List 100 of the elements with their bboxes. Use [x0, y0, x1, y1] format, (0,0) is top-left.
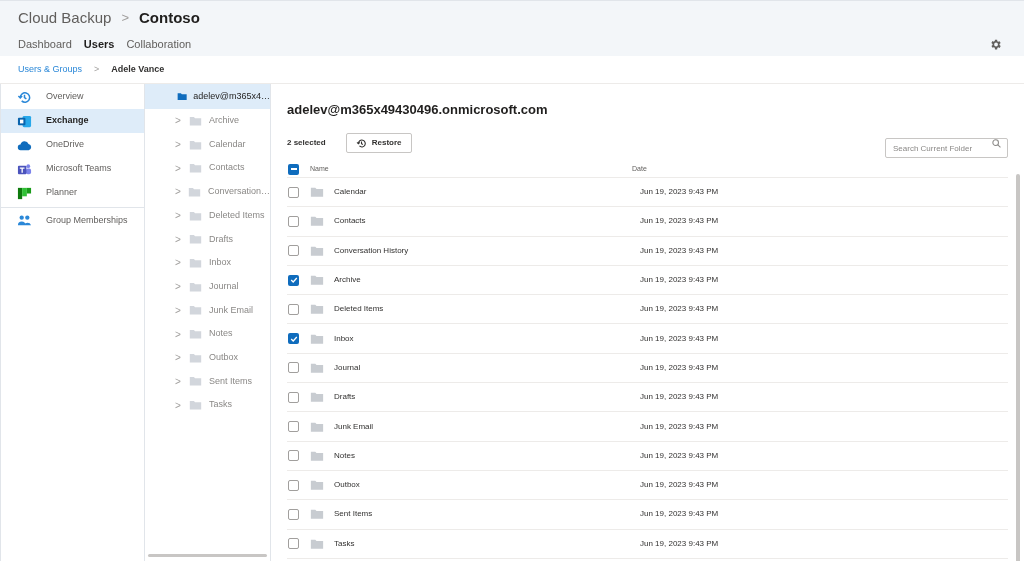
restore-button[interactable]: Restore	[345, 133, 412, 153]
tree-item[interactable]: Contacts	[189, 161, 245, 175]
folder-icon	[310, 244, 324, 257]
expander-button[interactable]: >	[175, 302, 189, 318]
table-cell-text: Drafts	[334, 391, 357, 404]
tree-item[interactable]: Outbox	[189, 350, 239, 365]
table-cell-text: Outbox	[334, 479, 361, 492]
settings-icon	[989, 37, 1002, 51]
row-checkbox[interactable]	[288, 362, 299, 374]
folder-icon	[310, 215, 324, 228]
row-checkbox[interactable]	[288, 450, 299, 462]
folder-icon	[189, 162, 202, 175]
table-cell: Jun 19, 2023 9:43 PM	[640, 479, 719, 492]
row-checkbox[interactable]	[288, 303, 299, 315]
tree-item[interactable]: adelev@m365x4…	[145, 84, 270, 109]
folder-icon	[189, 351, 202, 364]
expander-button[interactable]: >	[175, 255, 189, 271]
sidebar-item[interactable]: Planner	[1, 181, 144, 205]
row-checkbox[interactable]	[288, 391, 299, 403]
sidebar-item[interactable]: Group Memberships	[1, 207, 144, 233]
tree-item[interactable]: Drafts	[189, 232, 233, 247]
folder-icon	[310, 274, 324, 287]
expander-button[interactable]: >	[175, 184, 188, 200]
tree-item[interactable]: Journal	[189, 279, 239, 294]
select-all-checkbox[interactable]	[288, 163, 299, 175]
folder-icon	[189, 280, 202, 293]
expander-button[interactable]: >	[175, 373, 189, 389]
tree-item[interactable]: Conversation…	[187, 185, 270, 199]
app-title: Cloud Backup	[18, 7, 112, 28]
row-checkbox[interactable]	[288, 508, 299, 520]
history-icon	[355, 137, 367, 149]
sidebar-item[interactable]: Exchange	[1, 109, 144, 133]
folder-icon	[310, 449, 324, 462]
selection-count: 2 selected	[287, 137, 326, 149]
row-checkbox[interactable]	[288, 479, 299, 491]
nav-tab[interactable]: Dashboard	[18, 35, 72, 53]
tenant-name: Contoso	[139, 7, 200, 28]
row-checkbox[interactable]	[288, 333, 299, 345]
folder-icon	[310, 420, 324, 433]
expander-button[interactable]: >	[175, 397, 189, 413]
row-checkbox[interactable]	[288, 186, 299, 198]
expander-button[interactable]: >	[175, 137, 189, 153]
folder-icon	[189, 209, 202, 222]
nav-tab[interactable]: Users	[83, 35, 115, 53]
folder-icon	[310, 537, 324, 550]
folder-icon	[189, 114, 202, 127]
folder-icon	[310, 479, 324, 492]
folder-icon	[310, 186, 324, 199]
tree-item[interactable]: Inbox	[189, 256, 232, 270]
tree-item[interactable]: Tasks	[189, 398, 232, 412]
folder-icon	[189, 233, 202, 246]
sidebar-item[interactable]: Overview	[1, 85, 144, 109]
table-cell-text: Inbox	[334, 332, 355, 345]
expander-button[interactable]: >	[175, 231, 189, 247]
tree-item[interactable]: Notes	[189, 327, 233, 341]
table-cell: Jun 19, 2023 9:43 PM	[640, 274, 719, 287]
table-cell: Jun 19, 2023 9:43 PM	[640, 537, 719, 550]
expander-button[interactable]: >	[175, 113, 189, 129]
breadcrumb-separator: >	[94, 62, 100, 76]
tree-item[interactable]: Junk Email	[189, 303, 253, 318]
table-cell: Jun 19, 2023 9:43 PM	[640, 215, 719, 228]
expander-button[interactable]: >	[175, 208, 189, 224]
check-icon	[289, 276, 298, 285]
folder-icon	[189, 304, 202, 317]
row-checkbox[interactable]	[288, 215, 299, 227]
search-field[interactable]: Search Current Folder	[885, 138, 1008, 159]
expander-button[interactable]: >	[175, 350, 189, 366]
sidebar-item[interactable]: OneDrive	[1, 133, 144, 157]
teams-icon	[17, 161, 32, 177]
breadcrumb-separator: >	[121, 9, 129, 28]
folder-icon	[310, 361, 324, 374]
table-cell: Jun 19, 2023 9:43 PM	[640, 420, 719, 433]
row-checkbox[interactable]	[288, 245, 299, 257]
tree-item[interactable]: Deleted Items	[189, 208, 265, 223]
scrollbar[interactable]	[148, 554, 267, 557]
nav-tab[interactable]: Collaboration	[126, 35, 192, 53]
table-cell: Jun 19, 2023 9:43 PM	[640, 391, 719, 404]
row-checkbox[interactable]	[288, 538, 299, 550]
folder-icon	[189, 328, 202, 341]
folder-icon	[310, 332, 324, 345]
table-cell: Jun 19, 2023 9:43 PM	[640, 332, 719, 345]
check-icon	[289, 334, 298, 343]
folder-icon	[177, 90, 188, 103]
row-checkbox[interactable]	[288, 421, 299, 432]
tree-item[interactable]: Calendar	[189, 137, 246, 152]
expander-button[interactable]: >	[175, 326, 189, 342]
history-icon	[17, 89, 32, 105]
folder-icon	[187, 185, 201, 198]
row-checkbox[interactable]	[288, 274, 299, 286]
expander-button[interactable]: >	[175, 160, 189, 176]
expander-button[interactable]: >	[175, 279, 189, 295]
table-cell: Jun 19, 2023 9:43 PM	[640, 361, 719, 374]
sidebar-item[interactable]: Microsoft Teams	[1, 157, 144, 181]
tree-item[interactable]: Sent Items	[189, 374, 253, 389]
folder-icon	[189, 256, 202, 269]
scrollbar[interactable]	[1016, 174, 1020, 561]
breadcrumb-link[interactable]: Users & Groups	[18, 62, 83, 77]
folder-icon	[310, 508, 324, 521]
tree-item[interactable]: Archive	[189, 114, 239, 128]
table-cell-text: Junk Email	[334, 420, 375, 433]
